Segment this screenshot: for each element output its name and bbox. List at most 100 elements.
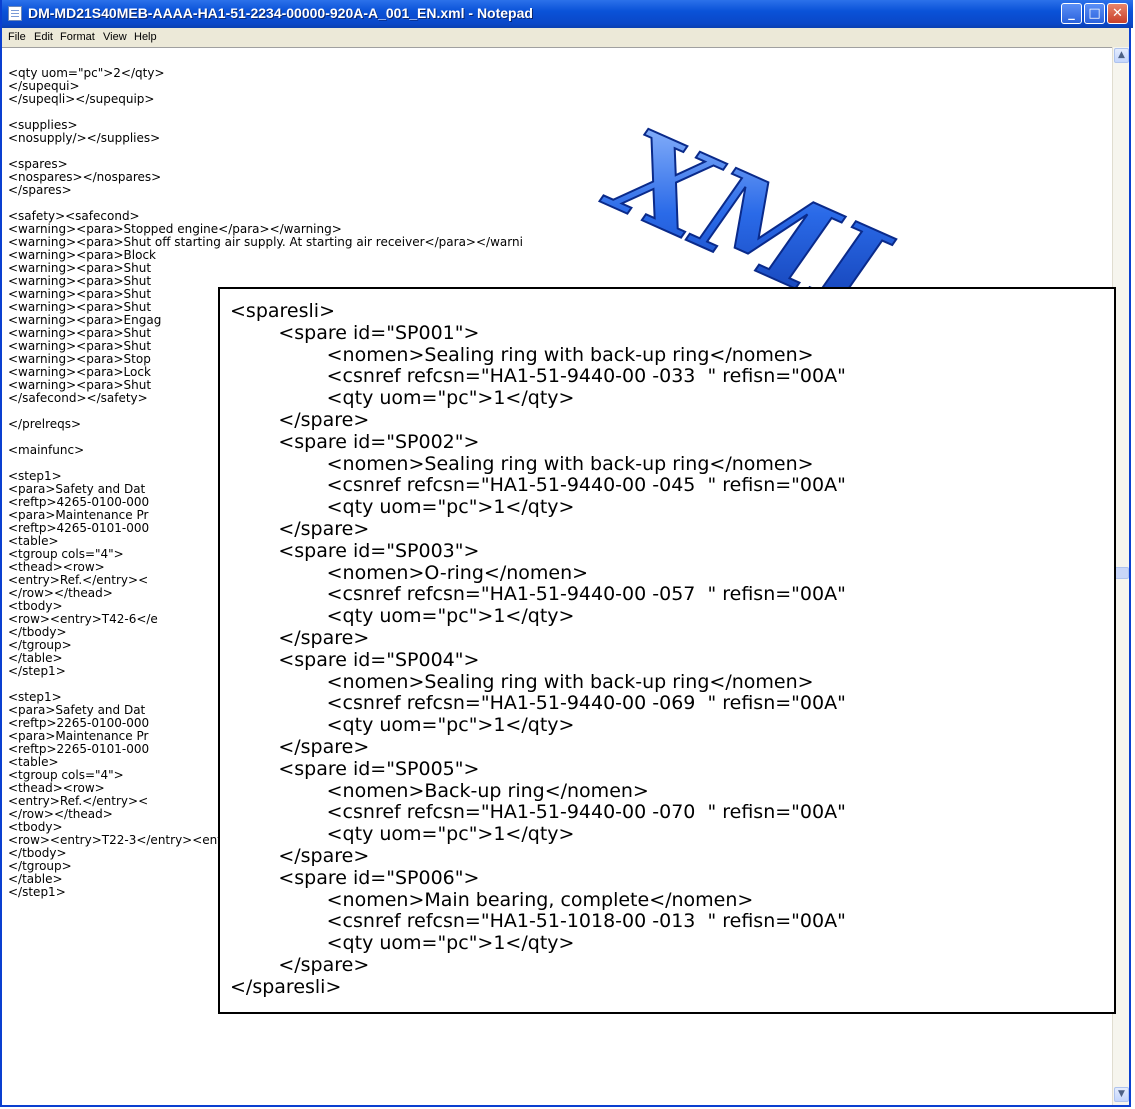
editor-line: <warning><para>Shut off starting air sup…	[8, 235, 523, 249]
menu-bar: File Edit Format View Help	[2, 28, 1129, 48]
zoom-line: <nomen>Main bearing, complete</nomen>	[230, 888, 754, 911]
editor-line: </table>	[8, 872, 63, 886]
zoom-line: <sparesli>	[230, 300, 335, 322]
zoom-line: <qty uom="pc">1</qty>	[230, 932, 575, 955]
zoom-line: <csnref refcsn="HA1-51-9440-00 -033 " re…	[230, 365, 846, 388]
editor-line: <warning><para>Stop	[8, 352, 151, 366]
zoom-line: <spare id="SP004">	[230, 648, 480, 671]
editor-line: </table>	[8, 651, 63, 665]
editor-line: <para>Maintenance Pr	[8, 508, 149, 522]
editor-line: <safety><safecond>	[8, 209, 140, 223]
editor-line: <para>Safety and Dat	[8, 482, 146, 496]
title-bar[interactable]: DM-MD21S40MEB-AAAA-HA1-51-2234-00000-920…	[2, 0, 1133, 28]
editor-line: <warning><para>Shut	[8, 326, 152, 340]
zoom-line: <qty uom="pc">1</qty>	[230, 387, 575, 410]
editor-line: </tgroup>	[8, 638, 72, 652]
editor-line: <nospares></nospares>	[8, 170, 162, 184]
zoom-line: <spare id="SP003">	[230, 539, 480, 562]
zoom-line: <nomen>O-ring</nomen>	[230, 561, 589, 584]
editor-line: <warning><para>Shut	[8, 378, 152, 392]
scroll-up-icon[interactable]: ▲	[1114, 48, 1129, 63]
editor-line: </step1>	[8, 885, 66, 899]
editor-line: <nosupply/></supplies>	[8, 131, 161, 145]
zoom-line: </sparesli>	[230, 975, 342, 998]
editor-line: <table>	[8, 534, 59, 548]
editor-line: <tgroup cols="4">	[8, 768, 124, 782]
menu-format[interactable]: Format	[60, 31, 95, 43]
editor-line: <para>Maintenance Pr	[8, 729, 149, 743]
editor-line: <warning><para>Shut	[8, 274, 152, 288]
editor-line: </safecond></safety>	[8, 391, 148, 405]
editor-line: <warning><para>Engag	[8, 313, 162, 327]
zoom-line: <spare id="SP005">	[230, 757, 480, 780]
editor-line: <warning><para>Block	[8, 248, 156, 262]
zoom-line: </spare>	[230, 735, 370, 758]
zoom-line: <csnref refcsn="HA1-51-9440-00 -045 " re…	[230, 474, 846, 497]
editor-line: <warning><para>Shut	[8, 300, 152, 314]
editor-line: <tbody>	[8, 599, 63, 613]
close-button[interactable]: ✕	[1107, 3, 1128, 24]
zoom-line: <qty uom="pc">1</qty>	[230, 496, 575, 519]
maximize-button[interactable]: □	[1084, 3, 1105, 24]
editor-line: <tgroup cols="4">	[8, 547, 124, 561]
zoom-line: <nomen>Sealing ring with back-up ring</n…	[230, 670, 814, 693]
editor-line: <warning><para>Shut	[8, 261, 152, 275]
editor-line: <tbody>	[8, 820, 63, 834]
zoom-line: <nomen>Back-up ring</nomen>	[230, 779, 649, 802]
menu-view[interactable]: View	[103, 31, 127, 43]
zoom-line: </spare>	[230, 408, 370, 431]
editor-line: <warning><para>Lock	[8, 365, 151, 379]
editor-line: <thead><row>	[8, 560, 105, 574]
zoom-line: </spare>	[230, 953, 370, 976]
editor-line: <spares>	[8, 157, 68, 171]
zoomed-text: <sparesli> <spare id="SP001"> <nomen>Sea…	[230, 300, 846, 999]
window-title: DM-MD21S40MEB-AAAA-HA1-51-2234-00000-920…	[28, 5, 533, 21]
editor-line: <warning><para>Shut	[8, 287, 152, 301]
editor-line: <entry>Ref.</entry><	[8, 794, 149, 808]
minimize-button[interactable]: _	[1061, 3, 1082, 24]
editor-line: <reftp>2265-0100-000	[8, 716, 150, 730]
zoom-line: </spare>	[230, 844, 370, 867]
zoom-line: <csnref refcsn="HA1-51-1018-00 -013 " re…	[230, 910, 846, 933]
scroll-down-icon[interactable]: ▼	[1114, 1087, 1129, 1102]
menu-help[interactable]: Help	[134, 31, 157, 43]
scrollbar-thumb[interactable]	[1114, 567, 1129, 579]
editor-line: <step1>	[8, 690, 62, 704]
editor-line: <row><entry>T42-6</e	[8, 612, 158, 626]
editor-line: </tbody>	[8, 846, 67, 860]
zoom-line: </spare>	[230, 626, 370, 649]
zoom-line: <csnref refcsn="HA1-51-9440-00 -069 " re…	[230, 692, 846, 715]
zoom-line: <spare id="SP002">	[230, 430, 480, 453]
editor-line: <entry>Ref.</entry><	[8, 573, 149, 587]
editor-line: <para>Safety and Dat	[8, 703, 146, 717]
zoom-line: <qty uom="pc">1</qty>	[230, 605, 575, 628]
editor-line: </row></thead>	[8, 586, 113, 600]
zoom-line: <spare id="SP006">	[230, 866, 480, 889]
menu-file[interactable]: File	[8, 31, 26, 43]
zoom-line: <spare id="SP001">	[230, 321, 480, 344]
editor-line: <thead><row>	[8, 781, 105, 795]
zoom-line: <csnref refcsn="HA1-51-9440-00 -070 " re…	[230, 801, 846, 824]
notepad-icon	[8, 6, 22, 21]
editor-line: <mainfunc>	[8, 443, 85, 457]
editor-line: </spares>	[8, 183, 72, 197]
editor-line: </supeqli></supequip>	[8, 92, 155, 106]
zoom-line: <nomen>Sealing ring with back-up ring</n…	[230, 452, 814, 475]
zoom-line: </spare>	[230, 517, 370, 540]
zoom-line: <csnref refcsn="HA1-51-9440-00 -057 " re…	[230, 583, 846, 606]
editor-line: <table>	[8, 755, 59, 769]
zoom-line: <qty uom="pc">1</qty>	[230, 714, 575, 737]
editor-line: </tgroup>	[8, 859, 72, 873]
editor-line: </supequi>	[8, 79, 80, 93]
editor-line: <reftp>2265-0101-000	[8, 742, 150, 756]
zoom-line: <nomen>Sealing ring with back-up ring</n…	[230, 343, 814, 366]
editor-line: </row></thead>	[8, 807, 113, 821]
editor-line: <warning><para>Stopped engine</para></wa…	[8, 222, 342, 236]
editor-line: <supplies>	[8, 118, 78, 132]
menu-edit[interactable]: Edit	[34, 31, 53, 43]
zoom-line: <qty uom="pc">1</qty>	[230, 823, 575, 846]
editor-line: </prelreqs>	[8, 417, 82, 431]
editor-line: <step1>	[8, 469, 62, 483]
editor-line: <warning><para>Shut	[8, 339, 152, 353]
editor-line: <qty uom="pc">2</qty>	[8, 66, 165, 80]
